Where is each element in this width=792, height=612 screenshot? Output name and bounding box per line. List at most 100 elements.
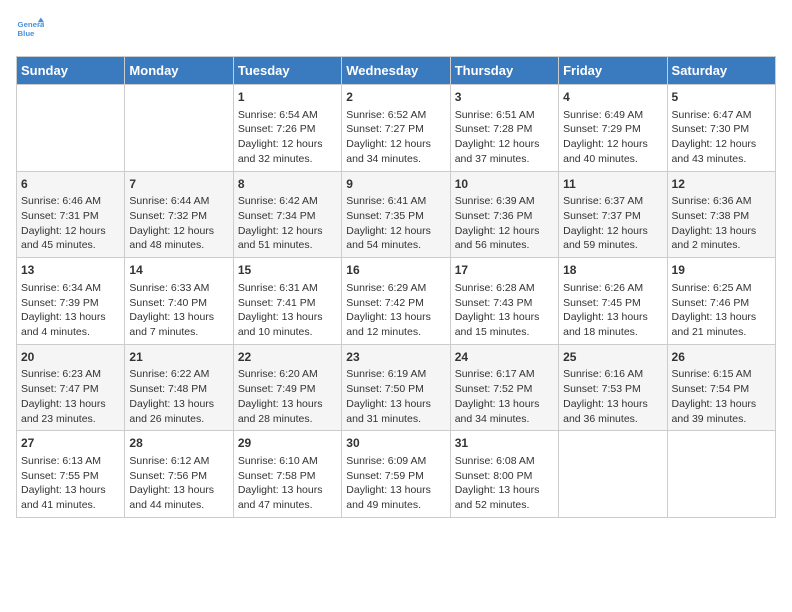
day-info: Sunrise: 6:09 AM Sunset: 7:59 PM Dayligh… <box>346 454 445 513</box>
calendar-cell: 19 Sunrise: 6:25 AM Sunset: 7:46 PM Dayli… <box>667 258 775 345</box>
day-number: 14 <box>129 262 228 279</box>
calendar-cell: 30 Sunrise: 6:09 AM Sunset: 7:59 PM Dayli… <box>342 431 450 518</box>
calendar-cell: 29 Sunrise: 6:10 AM Sunset: 7:58 PM Dayli… <box>233 431 341 518</box>
day-number: 10 <box>455 176 554 193</box>
day-info: Sunrise: 6:12 AM Sunset: 7:56 PM Dayligh… <box>129 454 228 513</box>
calendar-cell <box>17 85 125 172</box>
col-header-sunday: Sunday <box>17 57 125 85</box>
calendar-cell: 6Sunrise: 6:46 AM Sunset: 7:31 PM Daylig… <box>17 171 125 258</box>
day-number: 25 <box>563 349 662 366</box>
day-number: 27 <box>21 435 120 452</box>
calendar-cell: 14 Sunrise: 6:33 AM Sunset: 7:40 PM Dayli… <box>125 258 233 345</box>
day-number: 15 <box>238 262 337 279</box>
day-info: Sunrise: 6:31 AM Sunset: 7:41 PM Dayligh… <box>238 281 337 340</box>
day-number: 17 <box>455 262 554 279</box>
calendar-cell: 10Sunrise: 6:39 AM Sunset: 7:36 PM Dayli… <box>450 171 558 258</box>
calendar-cell: 11Sunrise: 6:37 AM Sunset: 7:37 PM Dayli… <box>559 171 667 258</box>
col-header-wednesday: Wednesday <box>342 57 450 85</box>
calendar-cell: 26Sunrise: 6:15 AM Sunset: 7:54 PM Dayli… <box>667 344 775 431</box>
week-row-1: 1 Sunrise: 6:54 AM Sunset: 7:26 PM Daylig… <box>17 85 776 172</box>
svg-text:Blue: Blue <box>18 29 36 38</box>
day-number: 26 <box>672 349 771 366</box>
calendar-cell: 5 Sunrise: 6:47 AM Sunset: 7:30 PM Daylig… <box>667 85 775 172</box>
calendar-cell: 31Sunrise: 6:08 AM Sunset: 8:00 PM Dayli… <box>450 431 558 518</box>
calendar-cell: 21Sunrise: 6:22 AM Sunset: 7:48 PM Dayli… <box>125 344 233 431</box>
day-number: 4 <box>563 89 662 106</box>
day-info: Sunrise: 6:08 AM Sunset: 8:00 PM Dayligh… <box>455 454 554 513</box>
day-info: Sunrise: 6:20 AM Sunset: 7:49 PM Dayligh… <box>238 367 337 426</box>
calendar-cell: 23Sunrise: 6:19 AM Sunset: 7:50 PM Dayli… <box>342 344 450 431</box>
col-header-monday: Monday <box>125 57 233 85</box>
day-number: 19 <box>672 262 771 279</box>
day-info: Sunrise: 6:37 AM Sunset: 7:37 PM Dayligh… <box>563 194 662 253</box>
day-info: Sunrise: 6:47 AM Sunset: 7:30 PM Dayligh… <box>672 108 771 167</box>
calendar-cell: 4 Sunrise: 6:49 AM Sunset: 7:29 PM Daylig… <box>559 85 667 172</box>
day-info: Sunrise: 6:33 AM Sunset: 7:40 PM Dayligh… <box>129 281 228 340</box>
day-number: 7 <box>129 176 228 193</box>
col-header-friday: Friday <box>559 57 667 85</box>
day-info: Sunrise: 6:28 AM Sunset: 7:43 PM Dayligh… <box>455 281 554 340</box>
week-row-4: 20Sunrise: 6:23 AM Sunset: 7:47 PM Dayli… <box>17 344 776 431</box>
day-info: Sunrise: 6:41 AM Sunset: 7:35 PM Dayligh… <box>346 194 445 253</box>
calendar-cell: 7Sunrise: 6:44 AM Sunset: 7:32 PM Daylig… <box>125 171 233 258</box>
day-info: Sunrise: 6:23 AM Sunset: 7:47 PM Dayligh… <box>21 367 120 426</box>
day-info: Sunrise: 6:46 AM Sunset: 7:31 PM Dayligh… <box>21 194 120 253</box>
calendar-cell: 15 Sunrise: 6:31 AM Sunset: 7:41 PM Dayli… <box>233 258 341 345</box>
calendar-cell: 2 Sunrise: 6:52 AM Sunset: 7:27 PM Daylig… <box>342 85 450 172</box>
calendar-cell: 13Sunrise: 6:34 AM Sunset: 7:39 PM Dayli… <box>17 258 125 345</box>
day-info: Sunrise: 6:25 AM Sunset: 7:46 PM Dayligh… <box>672 281 771 340</box>
calendar-cell <box>559 431 667 518</box>
day-info: Sunrise: 6:44 AM Sunset: 7:32 PM Dayligh… <box>129 194 228 253</box>
calendar-cell: 24Sunrise: 6:17 AM Sunset: 7:52 PM Dayli… <box>450 344 558 431</box>
day-number: 21 <box>129 349 228 366</box>
day-number: 18 <box>563 262 662 279</box>
day-info: Sunrise: 6:54 AM Sunset: 7:26 PM Dayligh… <box>238 108 337 167</box>
week-row-5: 27 Sunrise: 6:13 AM Sunset: 7:55 PM Dayli… <box>17 431 776 518</box>
calendar-cell: 9Sunrise: 6:41 AM Sunset: 7:35 PM Daylig… <box>342 171 450 258</box>
day-number: 13 <box>21 262 120 279</box>
calendar-cell: 28 Sunrise: 6:12 AM Sunset: 7:56 PM Dayli… <box>125 431 233 518</box>
calendar-table: SundayMondayTuesdayWednesdayThursdayFrid… <box>16 56 776 518</box>
day-number: 3 <box>455 89 554 106</box>
day-info: Sunrise: 6:15 AM Sunset: 7:54 PM Dayligh… <box>672 367 771 426</box>
calendar-cell: 27 Sunrise: 6:13 AM Sunset: 7:55 PM Dayli… <box>17 431 125 518</box>
day-info: Sunrise: 6:29 AM Sunset: 7:42 PM Dayligh… <box>346 281 445 340</box>
calendar-cell: 17 Sunrise: 6:28 AM Sunset: 7:43 PM Dayli… <box>450 258 558 345</box>
calendar-cell: 3Sunrise: 6:51 AM Sunset: 7:28 PM Daylig… <box>450 85 558 172</box>
day-info: Sunrise: 6:16 AM Sunset: 7:53 PM Dayligh… <box>563 367 662 426</box>
day-info: Sunrise: 6:42 AM Sunset: 7:34 PM Dayligh… <box>238 194 337 253</box>
day-number: 6 <box>21 176 120 193</box>
week-row-3: 13Sunrise: 6:34 AM Sunset: 7:39 PM Dayli… <box>17 258 776 345</box>
day-info: Sunrise: 6:49 AM Sunset: 7:29 PM Dayligh… <box>563 108 662 167</box>
day-number: 16 <box>346 262 445 279</box>
day-number: 9 <box>346 176 445 193</box>
col-header-thursday: Thursday <box>450 57 558 85</box>
calendar-cell: 20Sunrise: 6:23 AM Sunset: 7:47 PM Dayli… <box>17 344 125 431</box>
day-number: 1 <box>238 89 337 106</box>
day-info: Sunrise: 6:13 AM Sunset: 7:55 PM Dayligh… <box>21 454 120 513</box>
calendar-cell: 18Sunrise: 6:26 AM Sunset: 7:45 PM Dayli… <box>559 258 667 345</box>
calendar-cell: 12Sunrise: 6:36 AM Sunset: 7:38 PM Dayli… <box>667 171 775 258</box>
day-info: Sunrise: 6:19 AM Sunset: 7:50 PM Dayligh… <box>346 367 445 426</box>
day-number: 24 <box>455 349 554 366</box>
day-number: 22 <box>238 349 337 366</box>
day-number: 28 <box>129 435 228 452</box>
calendar-cell <box>667 431 775 518</box>
day-number: 12 <box>672 176 771 193</box>
day-number: 29 <box>238 435 337 452</box>
day-number: 30 <box>346 435 445 452</box>
col-header-saturday: Saturday <box>667 57 775 85</box>
day-info: Sunrise: 6:10 AM Sunset: 7:58 PM Dayligh… <box>238 454 337 513</box>
day-number: 8 <box>238 176 337 193</box>
day-info: Sunrise: 6:36 AM Sunset: 7:38 PM Dayligh… <box>672 194 771 253</box>
col-header-tuesday: Tuesday <box>233 57 341 85</box>
day-number: 5 <box>672 89 771 106</box>
day-info: Sunrise: 6:52 AM Sunset: 7:27 PM Dayligh… <box>346 108 445 167</box>
calendar-cell: 22Sunrise: 6:20 AM Sunset: 7:49 PM Dayli… <box>233 344 341 431</box>
day-info: Sunrise: 6:39 AM Sunset: 7:36 PM Dayligh… <box>455 194 554 253</box>
day-number: 11 <box>563 176 662 193</box>
day-number: 23 <box>346 349 445 366</box>
calendar-cell: 8Sunrise: 6:42 AM Sunset: 7:34 PM Daylig… <box>233 171 341 258</box>
day-number: 2 <box>346 89 445 106</box>
day-number: 20 <box>21 349 120 366</box>
